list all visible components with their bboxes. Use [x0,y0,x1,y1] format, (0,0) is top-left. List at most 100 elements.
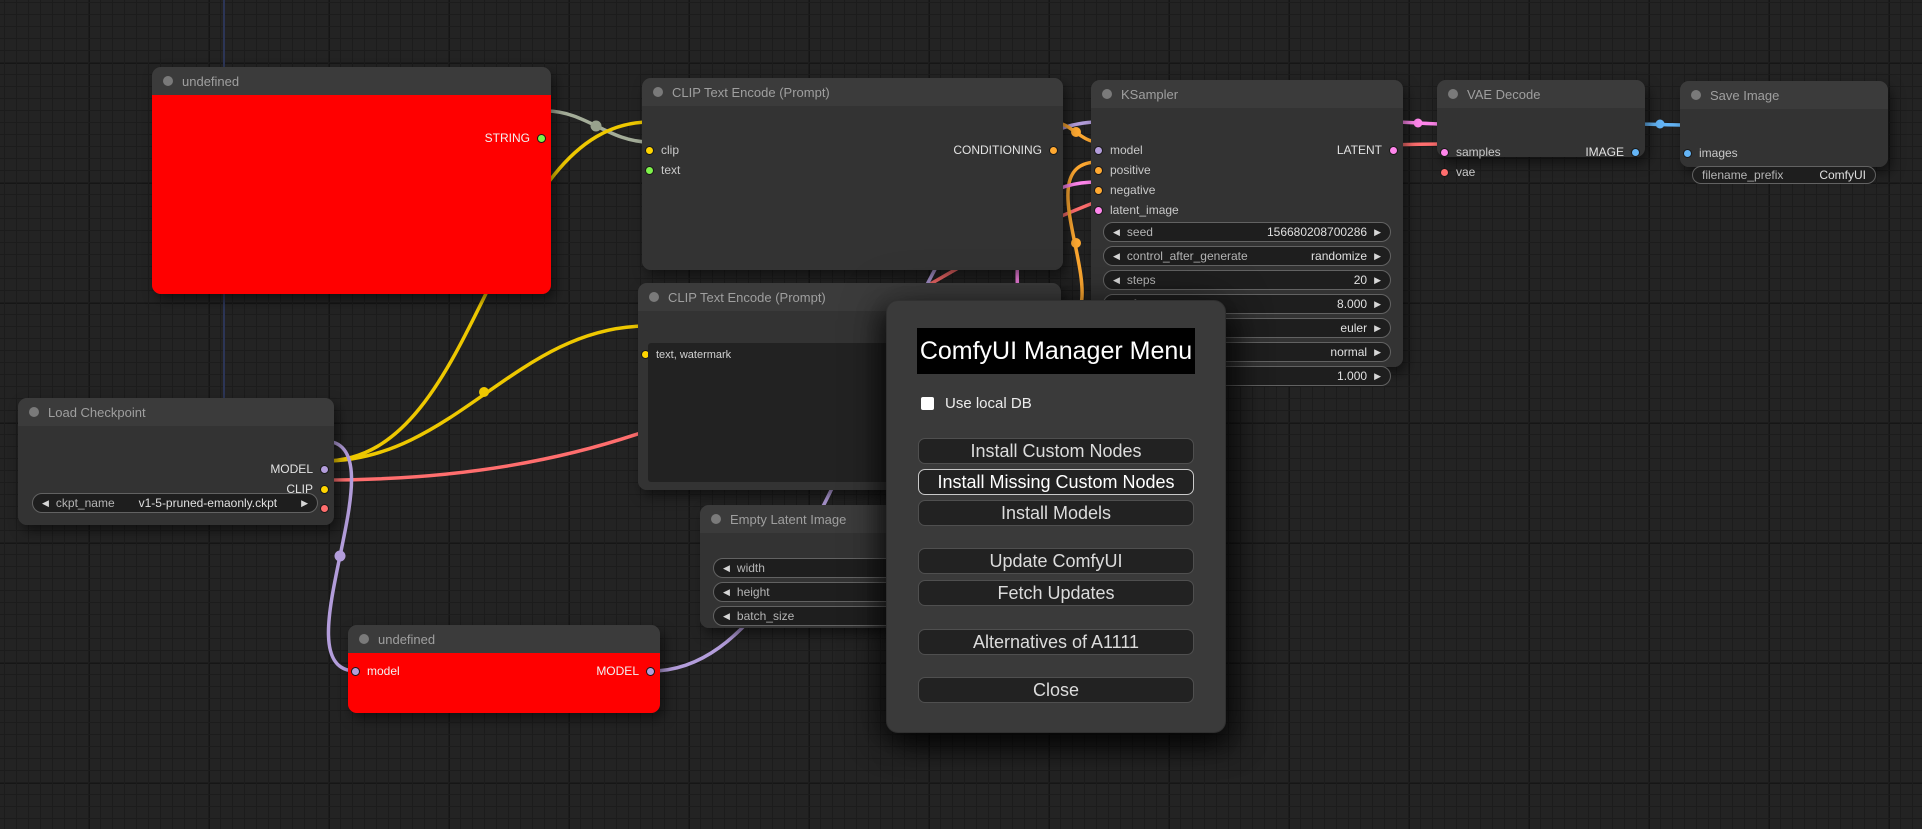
node-title: undefined [378,631,436,647]
increment-arrow-icon[interactable]: ▶ [1374,347,1381,358]
input-slot-positive: positive [1094,163,1151,177]
update-comfyui-button[interactable]: Update ComfyUI [918,548,1194,574]
increment-arrow-icon[interactable]: ▶ [301,498,308,509]
input-slot-negative: negative [1094,183,1155,197]
input-label: images [1699,146,1738,160]
input-label: latent_image [1110,203,1179,217]
input-port-samples[interactable] [1440,147,1449,157]
node-title: CLIP Text Encode (Prompt) [668,289,826,305]
collapse-dot-icon[interactable] [653,87,663,97]
node-body: clip text CONDITIONING [642,106,1063,270]
input-label: model [1110,143,1143,157]
comfyui-canvas[interactable]: { "icons": { "left_arrow": "◀", "right_a… [0,0,1922,829]
node-title-bar[interactable]: VAE Decode [1437,80,1645,108]
output-port-model[interactable] [646,666,655,676]
node-vae-decode[interactable]: VAE Decode samples vae IMAGE [1437,80,1645,179]
output-label: CONDITIONING [953,143,1042,157]
input-port-vae[interactable] [1440,167,1449,177]
widget-steps[interactable]: ◀ steps 20 ▶ [1103,270,1391,290]
install-custom-nodes-button[interactable]: Install Custom Nodes [918,438,1194,464]
collapse-dot-icon[interactable] [1102,89,1112,99]
input-label: model [367,664,400,678]
increment-arrow-icon[interactable]: ▶ [1374,227,1381,238]
widget-filename-prefix[interactable]: filename_prefix ComfyUI [1692,166,1876,184]
decrement-arrow-icon[interactable]: ◀ [723,611,730,622]
increment-arrow-icon[interactable]: ▶ [1374,299,1381,310]
node-title-bar[interactable]: Load Checkpoint [18,398,334,426]
input-port-negative[interactable] [1094,185,1103,195]
output-slot-conditioning: CONDITIONING [953,143,1058,157]
output-slot-model: MODEL [270,462,329,476]
collapse-dot-icon[interactable] [649,292,659,302]
input-port-model[interactable] [351,666,360,676]
alternatives-of-a1111-button[interactable]: Alternatives of A1111 [918,629,1194,655]
collapse-dot-icon[interactable] [29,407,39,417]
input-port-latent-image[interactable] [1094,205,1103,215]
collapse-dot-icon[interactable] [1448,89,1458,99]
input-port-positive[interactable] [1094,165,1103,175]
node-title-bar[interactable]: Save Image [1680,81,1888,109]
output-label: IMAGE [1585,145,1624,159]
input-label: samples [1456,145,1501,159]
node-title: Save Image [1710,87,1780,103]
decrement-arrow-icon[interactable]: ◀ [723,563,730,574]
output-label: LATENT [1336,143,1382,157]
decrement-arrow-icon[interactable]: ◀ [1113,275,1120,286]
collapse-dot-icon[interactable] [163,76,173,86]
comfyui-manager-dialog: ComfyUI Manager Menu Use local DB Instal… [886,300,1226,733]
node-title: undefined [182,73,240,89]
clip-link-wire-2 [322,324,649,463]
output-slot-image: IMAGE [1585,145,1640,159]
node-title-bar[interactable]: undefined [348,625,660,653]
output-port-conditioning[interactable] [1049,145,1058,155]
collapse-dot-icon[interactable] [1691,90,1701,100]
output-port-string[interactable] [537,133,546,143]
node-title-bar[interactable]: CLIP Text Encode (Prompt) [642,78,1063,106]
input-label: positive [1110,163,1151,177]
collapse-dot-icon[interactable] [711,514,721,524]
fetch-updates-button[interactable]: Fetch Updates [918,580,1194,606]
decrement-arrow-icon[interactable]: ◀ [723,587,730,598]
output-port-clip[interactable] [320,484,329,494]
use-local-db-checkbox[interactable] [921,397,934,410]
output-label: STRING [484,131,530,145]
widget-ckpt-name[interactable]: ◀ ckpt_name v1-5-pruned-emaonly.ckpt ▶ [32,493,318,513]
use-local-db-row: Use local DB [921,395,1225,412]
decrement-arrow-icon[interactable]: ◀ [1113,251,1120,262]
node-save-image[interactable]: Save Image images filename_prefix ComfyU… [1680,81,1888,184]
node-load-checkpoint[interactable]: Load Checkpoint MODEL CLIP VAE ◀ ckpt_na… [18,398,334,525]
node-title-bar[interactable]: KSampler [1091,80,1403,108]
latent-link-dot [1413,118,1423,128]
increment-arrow-icon[interactable]: ▶ [1374,251,1381,262]
node-undefined-top[interactable]: undefined STRING [152,67,551,294]
input-slot-samples: samples [1440,145,1501,159]
install-missing-custom-nodes-button[interactable]: Install Missing Custom Nodes [918,469,1194,495]
widget-seed[interactable]: ◀ seed 156680208700286 ▶ [1103,222,1391,242]
output-port-model[interactable] [320,464,329,474]
clip-link-dot [479,387,489,397]
increment-arrow-icon[interactable]: ▶ [1374,371,1381,382]
node-undefined-bottom[interactable]: undefined model MODEL [348,625,660,713]
node-body: images filename_prefix ComfyUI [1680,109,1888,184]
increment-arrow-icon[interactable]: ▶ [1374,275,1381,286]
input-port-model[interactable] [1094,145,1103,155]
input-port-clip[interactable] [645,145,654,155]
output-port-vae[interactable] [320,503,329,513]
node-clip-text-encode-1[interactable]: CLIP Text Encode (Prompt) clip text COND… [642,78,1063,270]
close-button[interactable]: Close [918,677,1194,703]
input-port-images[interactable] [1683,148,1692,158]
decrement-arrow-icon[interactable]: ◀ [1113,227,1120,238]
widget-control-after-generate[interactable]: ◀ control_after_generate randomize ▶ [1103,246,1391,266]
input-slot-text: text [645,163,680,177]
output-label: MODEL [270,462,313,476]
node-title: KSampler [1121,86,1179,102]
increment-arrow-icon[interactable]: ▶ [1374,323,1381,334]
node-title-bar[interactable]: undefined [152,67,551,95]
output-port-image[interactable] [1631,147,1640,157]
install-models-button[interactable]: Install Models [918,500,1194,526]
input-port-text[interactable] [645,165,654,175]
output-port-latent[interactable] [1389,145,1398,155]
decrement-arrow-icon[interactable]: ◀ [42,498,49,509]
node-body: MODEL CLIP VAE ◀ ckpt_name v1-5-pruned-e… [18,426,334,525]
collapse-dot-icon[interactable] [359,634,369,644]
